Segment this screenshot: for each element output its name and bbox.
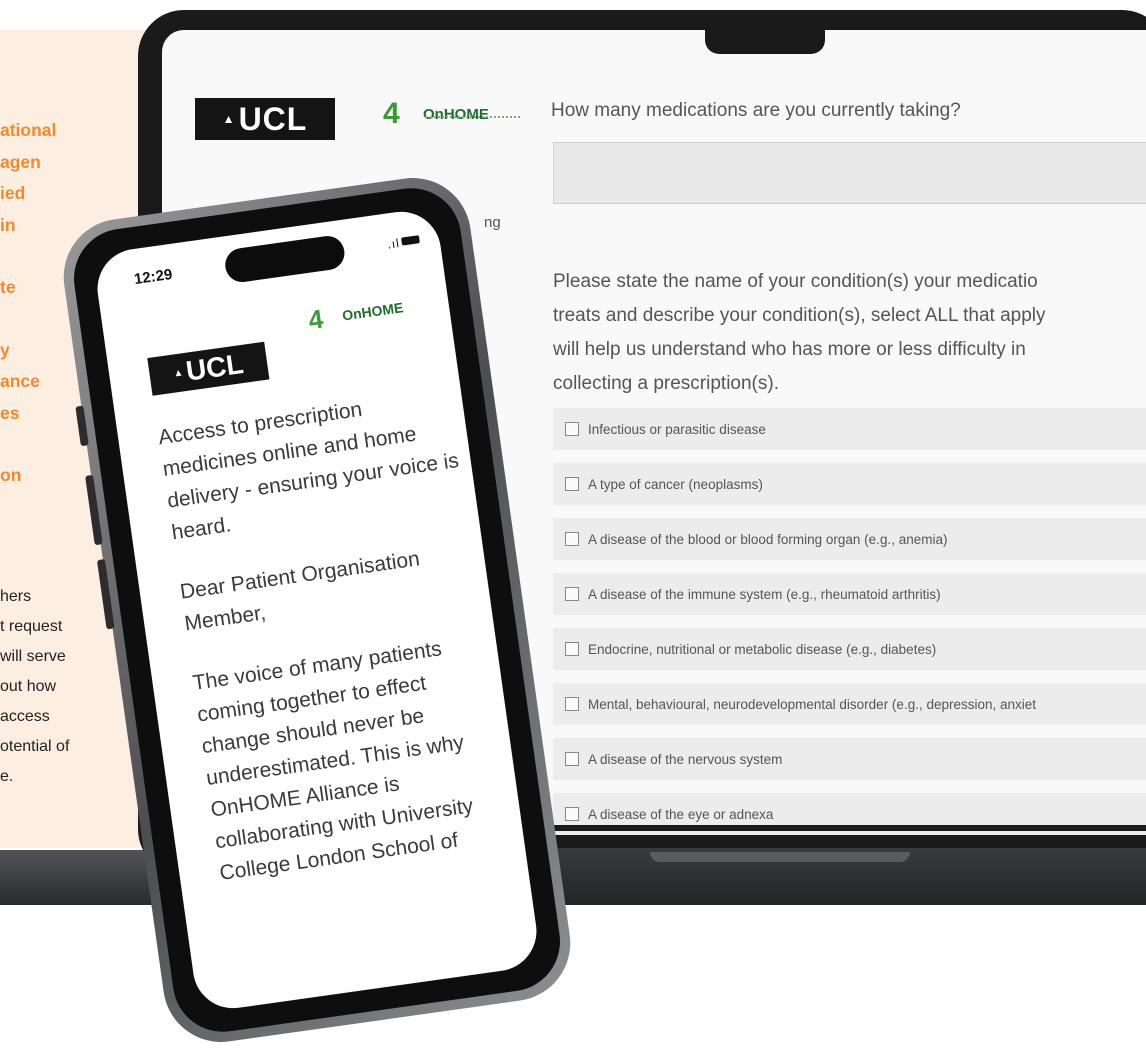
heading-line: ance xyxy=(0,371,40,391)
condition-instructions: Please state the name of your condition(… xyxy=(553,265,1146,401)
body-line: will serve xyxy=(0,648,66,665)
onhome-mark-icon: 4 xyxy=(383,97,400,130)
body-line: t request xyxy=(0,618,63,635)
phone-screen: 12:29 .ıl 4 OnHOME ▲ UCL Access to presc… xyxy=(92,206,542,1014)
orange-heading-text: ational agen ied in te y ance es on xyxy=(0,115,56,492)
checkbox[interactable] xyxy=(565,642,579,656)
instruction-line: collecting a prescription(s). xyxy=(553,373,779,394)
body-text: hers t request will serve out how access… xyxy=(0,582,69,792)
condition-option[interactable]: A disease of the immune system (e.g., rh… xyxy=(553,573,1146,615)
ucl-dome-icon: ▲ xyxy=(222,112,236,126)
heading-line: ied xyxy=(0,183,26,203)
checkbox[interactable] xyxy=(565,752,579,766)
heading-line: ational xyxy=(0,120,57,140)
laptop-groove xyxy=(650,852,910,862)
heading-line: in xyxy=(0,214,16,235)
camera-notch xyxy=(705,10,825,54)
phone-message: Access to prescription medicines online … xyxy=(156,378,539,890)
condition-options: Infectious or parasitic disease A type o… xyxy=(553,408,1146,848)
laptop-hinge-left xyxy=(0,850,150,905)
body-line: hers xyxy=(0,588,32,605)
heading-line: agen xyxy=(0,151,41,172)
instruction-line: will help us understand who has more or … xyxy=(553,339,1026,360)
partial-text: ng xyxy=(484,214,501,231)
checkbox[interactable] xyxy=(565,422,579,436)
medication-count-input[interactable] xyxy=(553,142,1146,204)
condition-option[interactable]: A type of cancer (neoplasms) xyxy=(553,463,1146,505)
condition-option[interactable]: Endocrine, nutritional or metabolic dise… xyxy=(553,628,1146,670)
checkbox[interactable] xyxy=(565,587,579,601)
body-line: otential of xyxy=(0,738,70,755)
checkbox[interactable] xyxy=(565,807,579,821)
instruction-line: Please state the name of your condition(… xyxy=(553,271,1038,292)
ucl-logo: ▲ UCL xyxy=(147,341,270,396)
body-line: access xyxy=(0,708,50,725)
heading-line: on xyxy=(0,465,22,485)
medication-count-question: How many medications are you currently t… xyxy=(551,100,961,121)
heading-line: es xyxy=(0,402,20,423)
checkbox[interactable] xyxy=(565,477,579,491)
ucl-dome-icon: ▲ xyxy=(172,366,185,380)
onhome-logo: 4 OnHOME xyxy=(306,299,405,336)
body-line: out how xyxy=(0,678,57,695)
onhome-mark-icon: 4 xyxy=(306,303,326,336)
condition-option[interactable]: A disease of the nervous system xyxy=(553,738,1146,780)
condition-option[interactable]: Mental, behavioural, neurodevelopmental … xyxy=(553,683,1146,725)
heading-line: te xyxy=(0,277,16,297)
checkbox[interactable] xyxy=(565,532,579,546)
condition-option[interactable]: Infectious or parasitic disease xyxy=(553,408,1146,450)
instruction-line: treats and describe your condition(s), s… xyxy=(553,305,1046,326)
body-line: e. xyxy=(0,768,14,785)
checkbox[interactable] xyxy=(565,697,579,711)
status-time: 12:29 xyxy=(133,265,174,289)
ucl-logo: ▲ UCL xyxy=(195,98,335,140)
onhome-logo: 4 OnHOME xyxy=(383,94,520,134)
condition-option[interactable]: A disease of the blood or blood forming … xyxy=(553,518,1146,560)
heading-line: y xyxy=(0,339,10,360)
dynamic-island xyxy=(223,233,347,285)
battery-icon xyxy=(401,235,420,246)
signal-icon: .ıl xyxy=(386,235,401,252)
